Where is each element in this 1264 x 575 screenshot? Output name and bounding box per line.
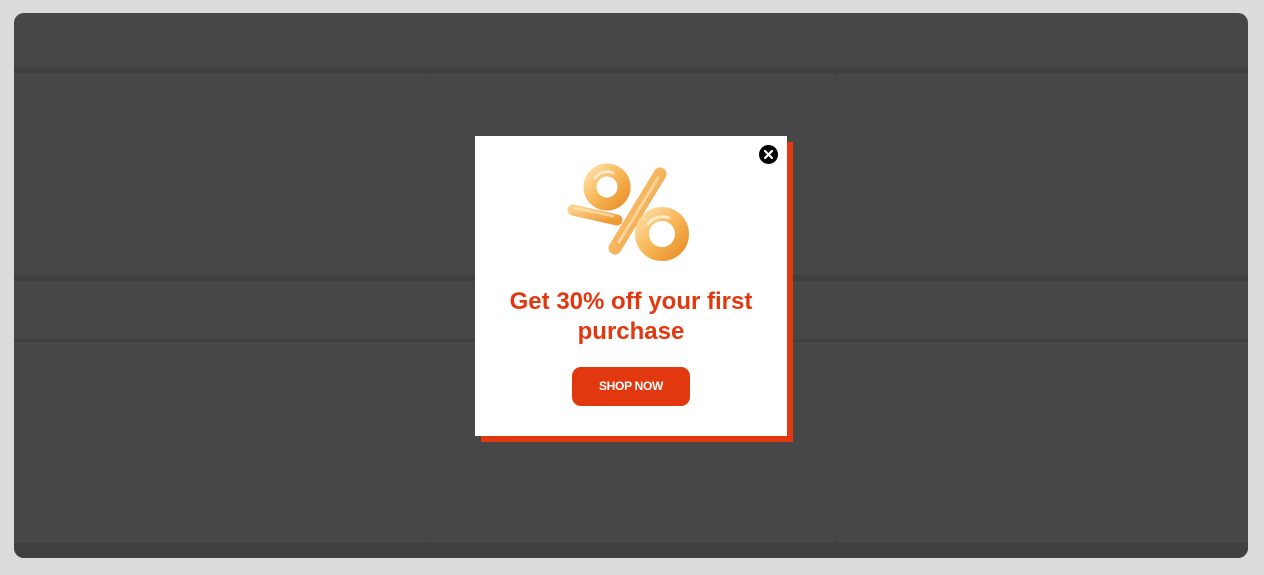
close-button[interactable] (759, 145, 778, 164)
column-divider (424, 342, 425, 543)
header-divider (14, 67, 1248, 73)
promo-popup: Get 30% off your first purchase SHOP NOW (475, 136, 787, 436)
popup-headline: Get 30% off your first purchase (509, 288, 753, 345)
column-divider (424, 73, 425, 275)
column-divider (836, 73, 837, 275)
footer-strip (14, 543, 1248, 558)
shop-now-button[interactable]: SHOP NOW (572, 367, 690, 406)
column-divider (836, 342, 837, 543)
percent-balloon-icon (567, 163, 689, 261)
close-icon (763, 149, 774, 160)
